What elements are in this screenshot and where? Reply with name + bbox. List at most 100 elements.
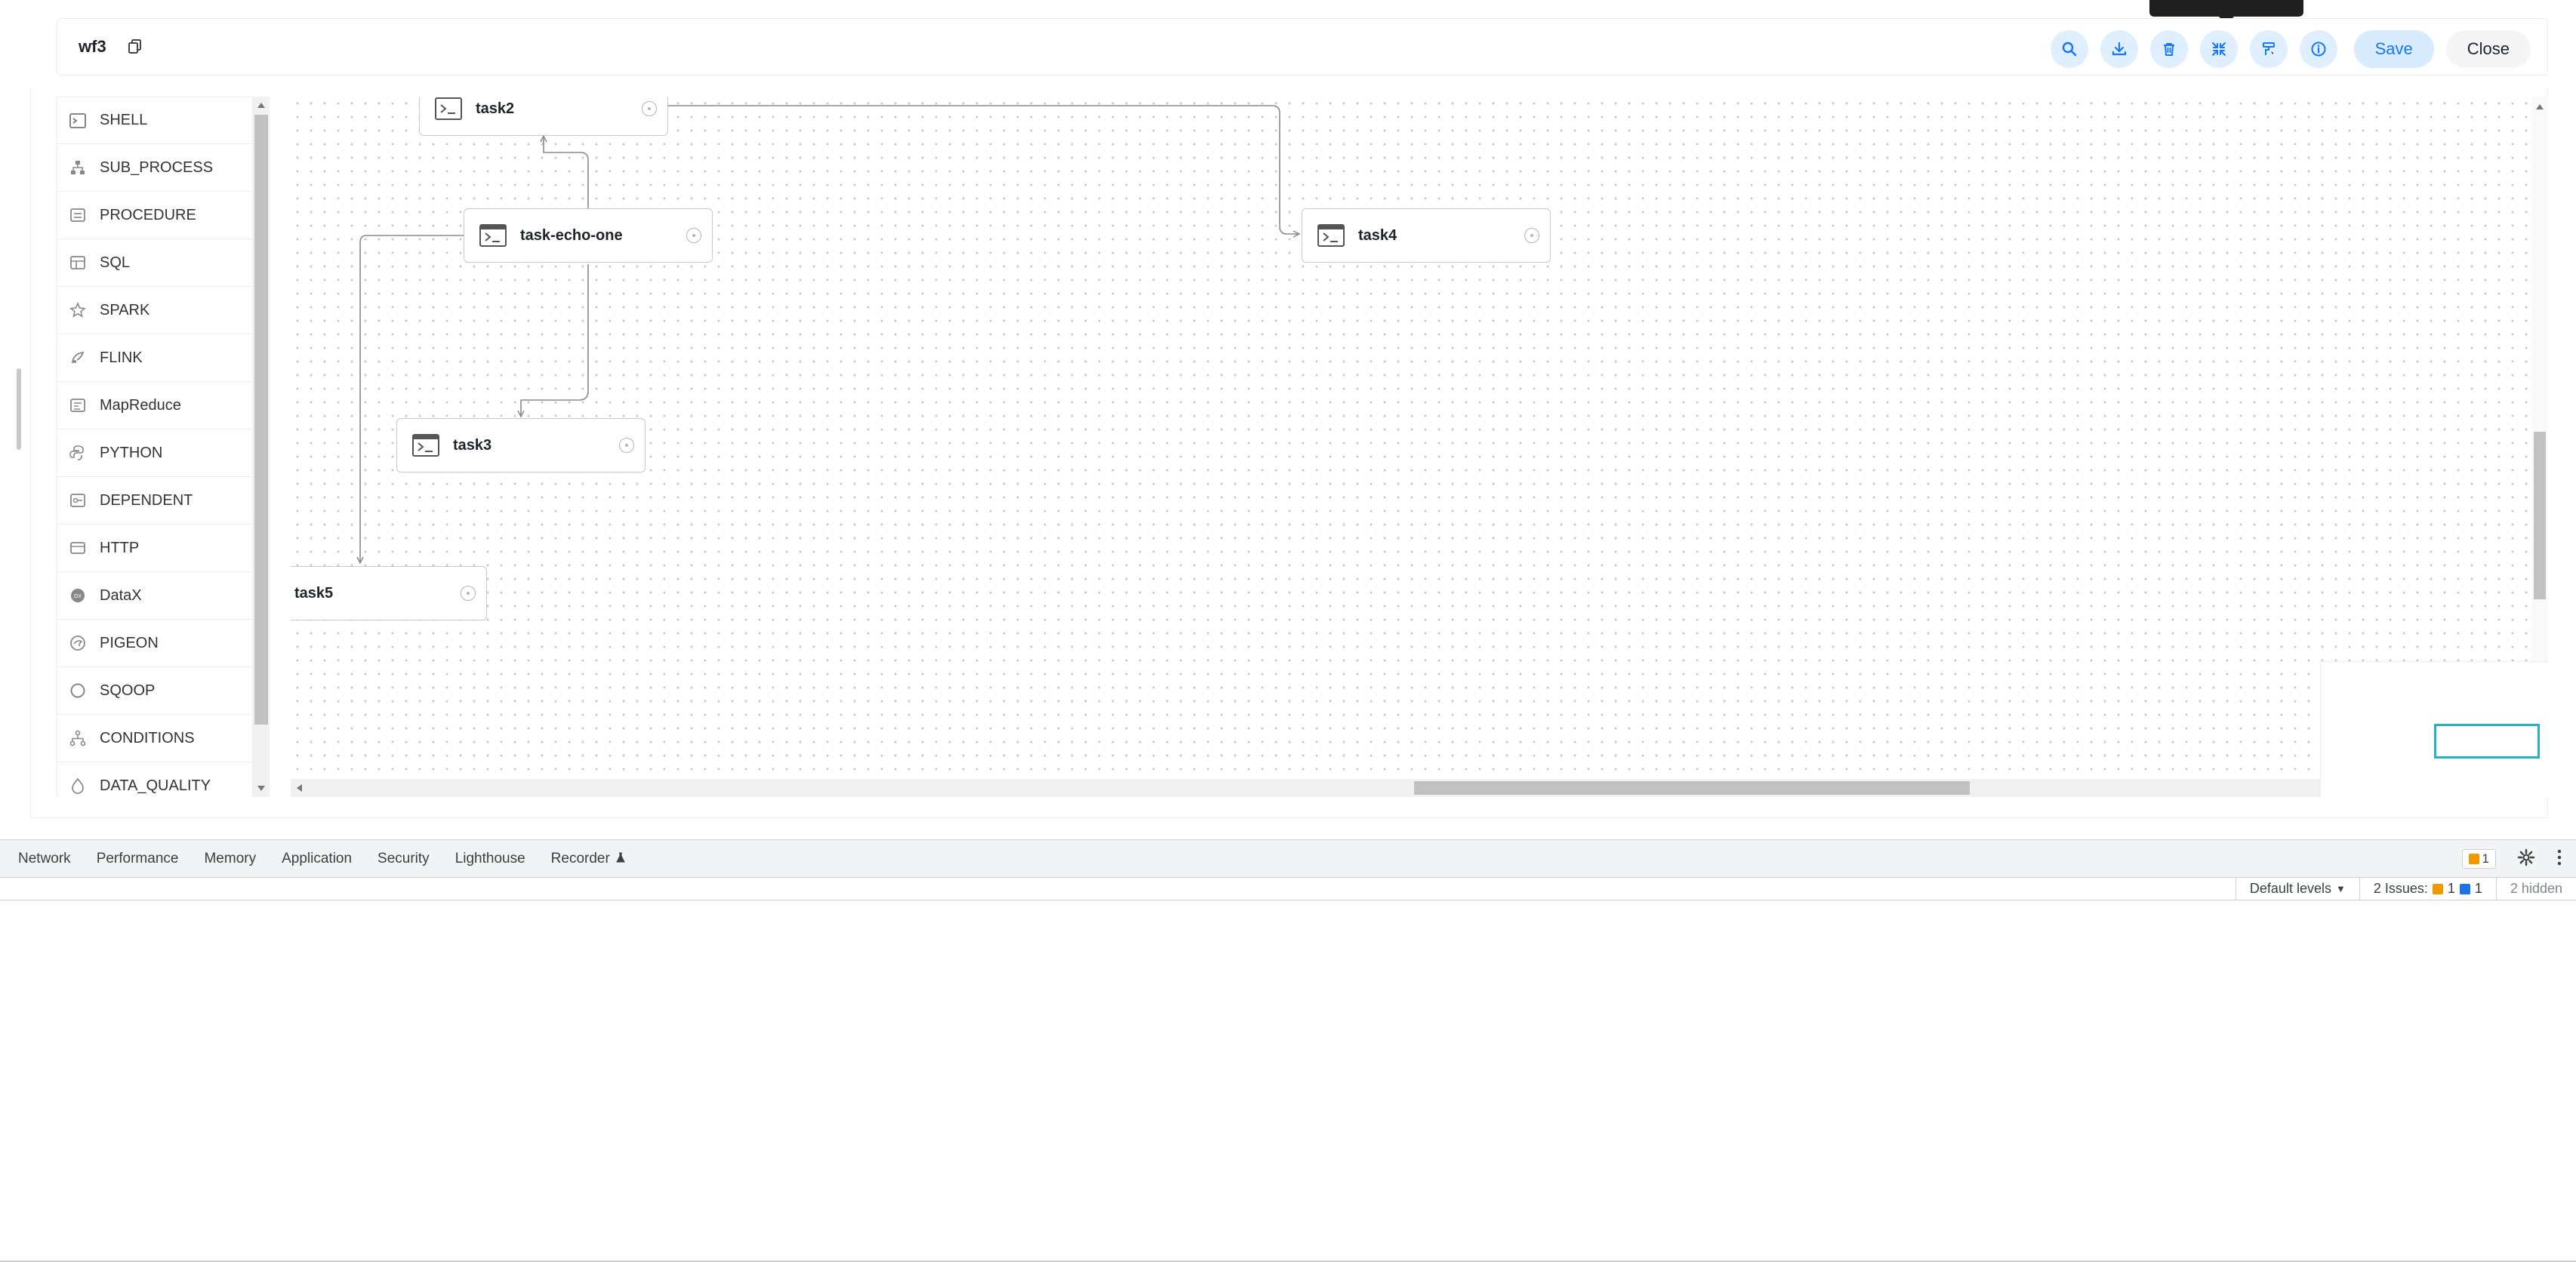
node-task-echo-one[interactable]: task-echo-one [464,208,713,263]
scroll-up-arrow[interactable] [2536,104,2544,109]
node-port[interactable] [686,228,701,243]
devtools-panel: Network Performance Memory Application Secur… [0,839,2576,1262]
warning-badge[interactable]: 1 [2461,849,2496,869]
task-type-shell[interactable]: SHELL [57,97,253,144]
devtools-tab-recorder[interactable]: Recorder [551,851,625,867]
task-type-python[interactable]: PYTHON [57,429,253,477]
edge-echo-task3 [521,264,589,417]
download-button[interactable] [2100,30,2138,68]
fullscreen-button[interactable] [2199,30,2238,68]
task-type-http[interactable]: HTTP [57,525,253,572]
terminal-icon [1317,224,1345,247]
node-task4[interactable]: task4 [1302,208,1551,263]
task-type-label: FLINK [100,349,143,366]
devtools-tab-security[interactable]: Security [377,851,430,867]
task-type-label: SUB_PROCESS [100,159,214,176]
experiment-flask-icon [616,851,625,867]
task-type-data-quality[interactable]: DATA_QUALITY [57,762,253,797]
collapse-arrows-icon [2211,42,2226,56]
task-type-label: PYTHON [100,444,163,461]
mapreduce-icon [68,396,88,415]
download-icon [2112,42,2126,56]
scroll-up-arrow[interactable] [257,103,265,108]
console-filter-bar: Default levels ▼ 2 Issues: 1 1 2 hidden [0,877,2576,900]
default-levels-dropdown[interactable]: Default levels ▼ [2235,877,2359,900]
task-type-conditions[interactable]: CONDITIONS [57,715,253,762]
devtools-tab-label: Memory [204,850,257,866]
task-type-sql[interactable]: SQL [57,239,253,287]
node-port[interactable] [461,586,476,601]
task-type-flink[interactable]: FLINK [57,334,253,382]
task-panel-scrollbar[interactable] [253,97,270,797]
task-type-sqoop[interactable]: SQOOP [57,667,253,715]
devtools-tabs: Network Performance Memory Application Secur… [0,840,2576,878]
dropdown-caret-icon: ▼ [2335,883,2346,894]
conditions-icon [68,728,88,748]
devtools-tab-label: Application [282,850,353,866]
devtools-actions: 1 [2461,840,2576,878]
canvas-vscroll-thumb[interactable] [2534,432,2546,599]
task-type-label: PROCEDURE [100,206,196,223]
node-task3[interactable]: task3 [396,418,646,472]
devtools-tab-memory[interactable]: Memory [204,851,256,867]
node-port[interactable] [1524,228,1539,243]
close-button[interactable]: Close [2445,30,2531,68]
issues-label: 2 Issues: [2373,881,2428,896]
sqoop-icon [68,681,88,700]
delete-button[interactable] [2149,30,2188,68]
svg-text:DX: DX [74,593,82,599]
sql-icon [68,253,88,272]
node-task2[interactable]: task2 [419,97,668,136]
devtools-tab-label: Security [377,850,430,866]
canvas-horizontal-scrollbar[interactable] [291,779,2320,797]
save-button[interactable]: Save [2353,30,2434,68]
task-type-dependent[interactable]: DEPENDENT [57,477,253,525]
task-type-mapreduce[interactable]: MapReduce [57,382,253,429]
task-type-procedure[interactable]: PROCEDURE [57,192,253,239]
info-button[interactable] [2299,30,2337,68]
devtools-tab-performance[interactable]: Performance [97,851,179,867]
dag-canvas[interactable]: task2 task-echo-one task4 task3 task5 [291,97,2531,797]
more-options-icon[interactable] [2556,848,2562,870]
node-task5[interactable]: task5 [291,566,487,620]
devtools-tab-application[interactable]: Application [282,851,352,867]
data-quality-icon [68,776,88,796]
resize-handle[interactable] [17,368,21,450]
minimap-viewport[interactable] [2434,724,2540,759]
task-type-label: MapReduce [100,396,181,414]
copy-icon[interactable] [125,37,145,57]
hidden-messages: 2 hidden [2495,877,2576,900]
task-type-label: DataX [100,586,142,604]
task-type-label: CONDITIONS [100,729,195,746]
devtools-tab-label: Performance [96,850,179,866]
node-port[interactable] [642,101,657,116]
settings-gear-icon[interactable] [2517,848,2535,870]
minimap[interactable] [2320,661,2548,797]
devtools-tab-label: Lighthouse [454,850,525,866]
warning-count: 1 [2482,851,2489,866]
node-label: task3 [453,436,492,454]
workflow-header: wf3 Save Close [57,18,2548,75]
task-type-sub-process[interactable]: SUB_PROCESS [57,144,253,192]
devtools-tab-label: Network [18,850,71,866]
scroll-down-arrow[interactable] [257,786,265,791]
search-button[interactable] [2050,30,2088,68]
devtools-tab-network[interactable]: Network [18,851,71,867]
task-type-label: SQOOP [100,682,156,699]
task-type-pigeon[interactable]: PIGEON [57,620,253,667]
devtools-tab-label: Recorder [550,850,610,866]
edge-echo-task2 [544,136,589,210]
python-icon [68,443,88,463]
node-port[interactable] [619,438,634,453]
issues-warn-count: 1 [2447,881,2455,896]
issues-counter[interactable]: 2 Issues: 1 1 [2359,877,2496,900]
scroll-left-arrow[interactable] [297,784,302,792]
trash-icon [2163,43,2174,56]
task-panel-scroll-thumb[interactable] [254,115,268,725]
canvas-hscroll-thumb[interactable] [1414,781,1970,795]
task-type-panel: SHELL SUB_PROCESS PROCEDURE SQL SPARK FLINK Ma… [57,97,253,797]
task-type-spark[interactable]: SPARK [57,287,253,334]
format-button[interactable] [2249,30,2288,68]
devtools-tab-lighthouse[interactable]: Lighthouse [455,851,525,867]
task-type-datax[interactable]: DX DataX [57,572,253,620]
